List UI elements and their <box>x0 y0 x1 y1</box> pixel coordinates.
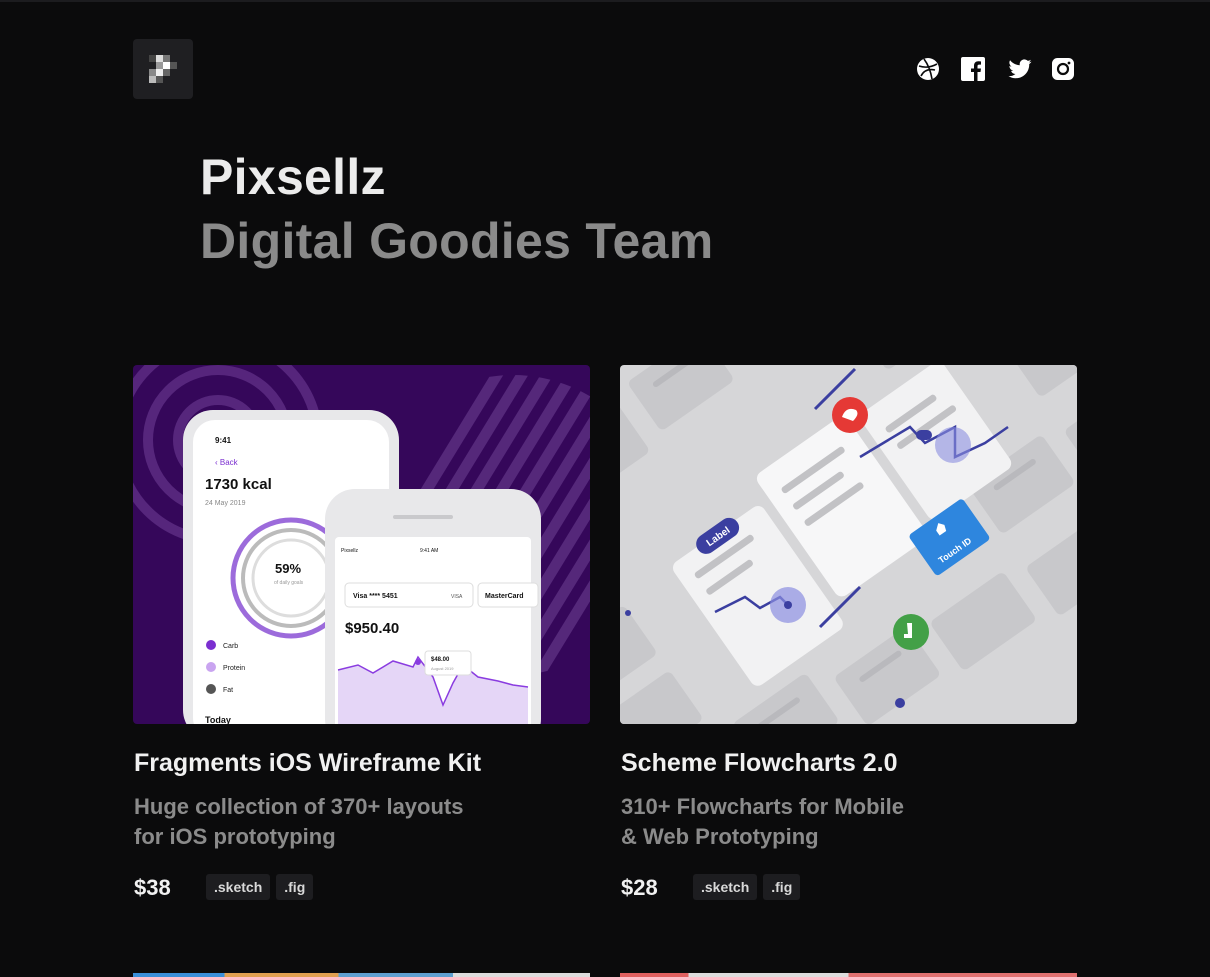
phone1-today: Today <box>205 715 231 724</box>
phone2-carrier: Pixsellz <box>341 548 358 554</box>
product-description-line: for iOS prototyping <box>134 824 336 849</box>
format-tag: .fig <box>276 874 314 900</box>
phone2-tooltip-date: August 2019 <box>431 666 454 671</box>
phone1-back: ‹ Back <box>215 458 239 467</box>
product-price: $38 <box>134 875 171 900</box>
product-title[interactable]: Fragments iOS Wireframe Kit <box>134 749 481 778</box>
phone2-card: Visa **** 5451 <box>353 593 398 600</box>
product-description-line: 310+ Flowcharts for Mobile <box>621 794 905 819</box>
phone1-date: 24 May 2019 <box>205 500 246 507</box>
phone1-percent: 59% <box>275 561 301 576</box>
product-thumbnail[interactable]: 9:41 ‹ Back 1730 kcal 24 May 2019 59% of… <box>133 365 590 724</box>
product-card[interactable]: Label Touch ID Scheme Flowcharts 2.0 310… <box>620 365 1077 900</box>
phone2-tooltip-amount: $48.00 <box>431 657 450 663</box>
phone2-balance: $950.40 <box>345 620 399 637</box>
phone2-time: 9:41 AM <box>420 548 438 554</box>
hero-subtitle: Digital Goodies Team <box>200 213 714 269</box>
fragments-preview-image: 9:41 ‹ Back 1730 kcal 24 May 2019 59% of… <box>133 365 590 724</box>
brand-logo[interactable] <box>133 39 193 99</box>
product-card[interactable]: 9:41 ‹ Back 1730 kcal 24 May 2019 59% of… <box>133 365 590 900</box>
dribbble-icon[interactable] <box>916 57 940 81</box>
next-product-thumbnail-edge <box>620 973 1077 977</box>
product-price: $28 <box>621 875 658 900</box>
product-format-tags: .sketch .fig <box>206 874 314 900</box>
product-description-line: & Web Prototyping <box>621 824 819 849</box>
facebook-icon[interactable] <box>961 57 985 81</box>
product-description: 310+ Flowcharts for Mobile & Web Prototy… <box>621 792 1021 852</box>
twitter-icon[interactable] <box>1008 57 1032 81</box>
top-border <box>0 0 1210 2</box>
product-description: Huge collection of 370+ layouts for iOS … <box>134 792 534 852</box>
format-tag: .sketch <box>693 874 758 900</box>
product-description-line: Huge collection of 370+ layouts <box>134 794 464 819</box>
hero-title: Pixsellz <box>200 149 386 205</box>
phone1-percent-caption: of daily goals <box>274 580 304 586</box>
phone1-legend-fat: Fat <box>223 687 233 694</box>
phone2-card-next: MasterCard <box>485 593 524 600</box>
phone1-kcal: 1730 kcal <box>205 476 272 493</box>
flowcharts-preview-image: Label Touch ID <box>620 365 1077 724</box>
product-title[interactable]: Scheme Flowcharts 2.0 <box>621 749 898 778</box>
product-format-tags: .sketch .fig <box>693 874 801 900</box>
format-tag: .fig <box>763 874 801 900</box>
product-thumbnail[interactable]: Label Touch ID <box>620 365 1077 724</box>
format-tag: .sketch <box>206 874 271 900</box>
pixellz-logo-icon <box>149 55 177 83</box>
phone1-legend-carb: Carb <box>223 643 238 650</box>
phone1-time: 9:41 <box>215 436 232 445</box>
phone1-legend-protein: Protein <box>223 665 245 672</box>
next-product-thumbnail-edge <box>133 973 590 977</box>
instagram-icon[interactable] <box>1051 57 1075 81</box>
phone2-card-brand: VISA <box>451 594 463 600</box>
